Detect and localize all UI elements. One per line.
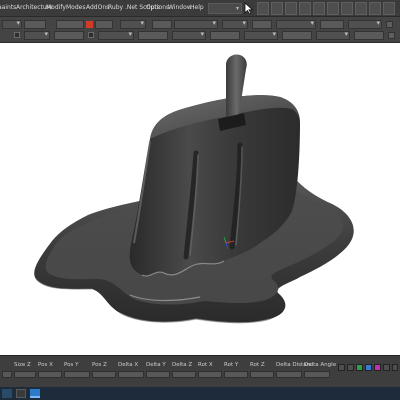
tool-icon-3[interactable] <box>285 2 297 15</box>
toolbar-field-11[interactable] <box>354 31 384 40</box>
toolbar-field-2[interactable] <box>56 20 84 29</box>
col-label-rot-z: Rot Z <box>250 362 265 368</box>
tool-icon-10[interactable] <box>383 2 395 15</box>
toolbar-checkbox-1[interactable] <box>14 32 20 38</box>
coord-field-delta-x[interactable] <box>118 371 144 378</box>
col-label-size-z: Size Z <box>14 362 31 368</box>
coord-field-size-z[interactable] <box>14 371 36 378</box>
col-label-pos-z: Pos Z <box>92 362 107 368</box>
menu-item-modes[interactable]: Modes <box>66 4 85 12</box>
col-label-delta-z: Delta Z <box>172 362 193 368</box>
app-icon[interactable] <box>16 389 26 398</box>
tool-icon-6[interactable] <box>327 2 339 15</box>
toolbar-dropdown-11[interactable] <box>316 30 350 40</box>
magenta-status-icon[interactable] <box>374 364 381 371</box>
blue-status-icon[interactable] <box>365 364 372 371</box>
col-label-delta-x: Delta X <box>118 362 139 368</box>
toolbar-field-5[interactable] <box>252 20 272 29</box>
col-label-rot-x: Rot X <box>198 362 213 368</box>
toolbar-dropdown-3[interactable] <box>174 19 218 29</box>
menu-item-options[interactable]: Options <box>146 4 169 12</box>
property-toolbar <box>0 17 400 43</box>
toolbar-field-4[interactable] <box>152 20 172 29</box>
toolbar-dropdown-7[interactable] <box>24 30 50 40</box>
coord-field-rot-z[interactable] <box>250 371 274 378</box>
menu-item-paints[interactable]: aaints <box>0 4 16 12</box>
toolbar-dropdown-6[interactable] <box>348 19 382 29</box>
toolbar-icon-end[interactable] <box>386 21 393 28</box>
toolbar-dropdown-1[interactable] <box>2 19 22 29</box>
toolbar-field-10[interactable] <box>282 31 312 40</box>
tool-icon-8[interactable] <box>355 2 367 15</box>
col-label-delta-y: Delta Y <box>146 362 166 368</box>
menu-bar: aaints Architecture Modify Modes AddOns … <box>0 0 400 17</box>
coord-field-delta-y[interactable] <box>146 371 170 378</box>
col-label-pos-x: Pos X <box>38 362 53 368</box>
coord-field-rot-x[interactable] <box>198 371 222 378</box>
toolbar-dropdown-10[interactable] <box>244 30 278 40</box>
toolbar-dropdown-9[interactable] <box>172 30 206 40</box>
green-status-icon[interactable] <box>356 364 363 371</box>
menu-item-addons[interactable]: AddOns <box>86 4 109 12</box>
settings-icon[interactable] <box>392 364 398 371</box>
tool-icon-5[interactable] <box>313 2 325 15</box>
tool-icon-1[interactable] <box>257 2 269 15</box>
coord-field-rot-y[interactable] <box>224 371 248 378</box>
coord-field-delta-dist[interactable] <box>276 371 302 378</box>
toolbar-field-9[interactable] <box>210 31 240 40</box>
coord-field-pos-x[interactable] <box>38 371 62 378</box>
cursor-arrow-icon[interactable] <box>243 2 255 15</box>
melting-popsicle-model <box>34 54 354 324</box>
3d-viewport[interactable] <box>0 43 400 355</box>
monitor-icon[interactable] <box>30 389 40 398</box>
coord-field-pos-y[interactable] <box>64 371 90 378</box>
coord-field-delta-z[interactable] <box>172 371 196 378</box>
red-swatch-icon[interactable] <box>86 21 93 28</box>
toolbar-dropdown-4[interactable] <box>222 19 248 29</box>
tool-icon-7[interactable] <box>341 2 353 15</box>
coordinate-bar: Size Z Pos X Pos Y Pos Z Delta X Delta Y… <box>0 355 400 387</box>
grid-icon[interactable] <box>347 364 354 371</box>
chevron-down-icon: ▾ <box>235 5 239 12</box>
col-label-delta-angle: Delta Angle <box>304 362 337 368</box>
coord-field-0[interactable] <box>2 371 12 378</box>
menu-item-help[interactable]: Help <box>190 4 204 12</box>
toolbar-dropdown-2[interactable] <box>120 19 146 29</box>
toolbar-field-7[interactable] <box>54 31 84 40</box>
tool-icon-2[interactable] <box>271 2 283 15</box>
os-taskbar <box>0 387 400 400</box>
coord-field-delta-angle[interactable] <box>304 371 330 378</box>
layer-icon[interactable] <box>383 364 390 371</box>
menu-item-window[interactable]: Window <box>168 4 192 12</box>
toolbar-checkbox-2[interactable] <box>88 32 94 38</box>
selection-combo[interactable]: ▾ <box>208 3 242 14</box>
tool-icon-9[interactable] <box>369 2 381 15</box>
toolbar-field-3[interactable] <box>95 20 113 29</box>
toolbar-field-8[interactable] <box>138 31 168 40</box>
toolbar-dropdown-8[interactable] <box>98 30 134 40</box>
col-label-rot-y: Rot Y <box>224 362 239 368</box>
snap-icon[interactable] <box>338 364 345 371</box>
tool-icon-4[interactable] <box>299 2 311 15</box>
col-label-pos-y: Pos Y <box>64 362 79 368</box>
toolbar-icon-end-2[interactable] <box>388 32 395 39</box>
toolbar-dropdown-5[interactable] <box>276 19 316 29</box>
toolbar-field-1[interactable] <box>24 20 46 29</box>
toolbar-field-6[interactable] <box>320 20 344 29</box>
coord-field-pos-z[interactable] <box>92 371 116 378</box>
start-icon[interactable] <box>2 389 12 398</box>
menu-item-modify[interactable]: Modify <box>46 4 66 12</box>
